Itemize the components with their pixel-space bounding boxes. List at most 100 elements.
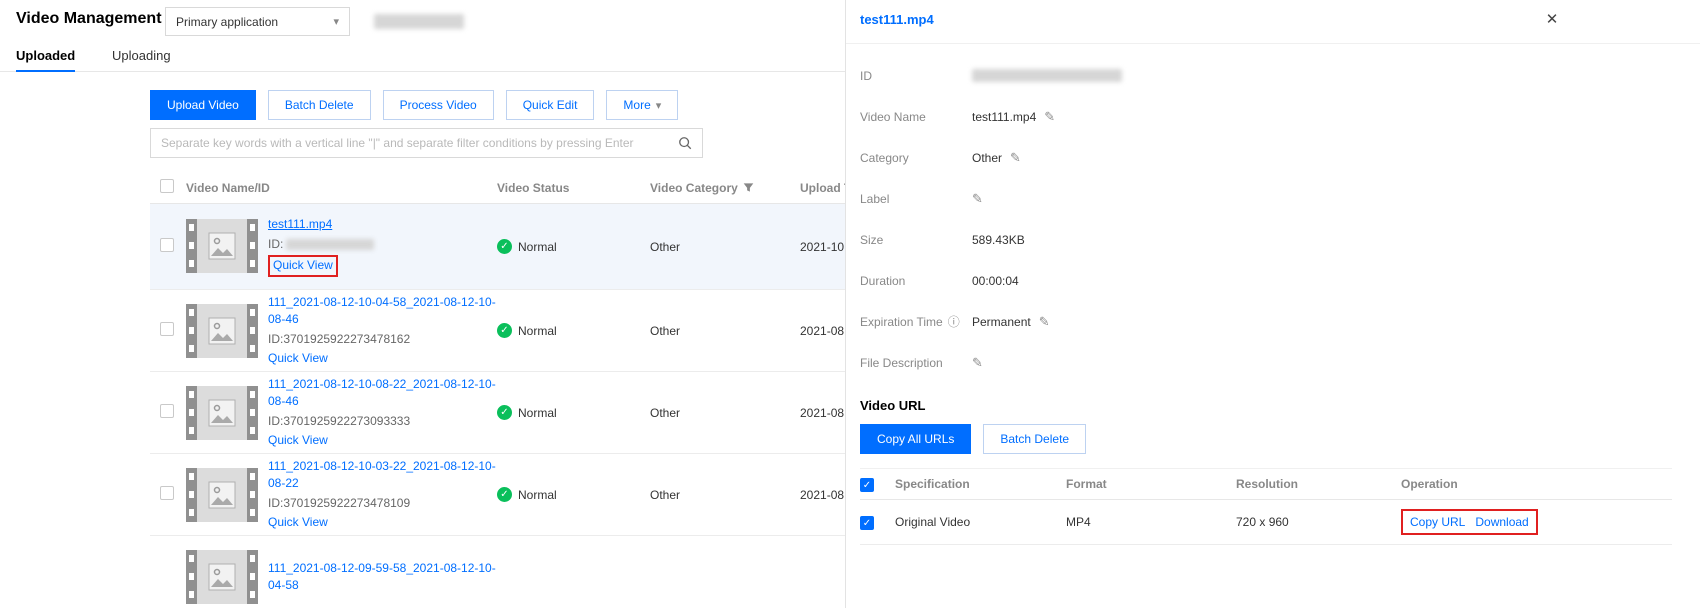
row-checkbox[interactable]	[160, 238, 174, 252]
filter-icon[interactable]	[743, 182, 754, 193]
panel-title: test111.mp4	[860, 12, 934, 27]
format-text: MP4	[1066, 515, 1236, 529]
row-checkbox[interactable]	[160, 486, 174, 500]
video-thumbnail	[186, 386, 258, 440]
more-button-label: More	[623, 98, 650, 112]
field-label: File Description	[860, 356, 972, 370]
edit-icon[interactable]: ✎	[1010, 150, 1021, 166]
search-input[interactable]	[161, 136, 670, 150]
status-text: Normal	[518, 406, 557, 420]
video-table-header: Video Name/ID Video Status Video Categor…	[150, 172, 845, 204]
quick-view-link[interactable]: Quick View	[268, 515, 328, 529]
edit-icon[interactable]: ✎	[972, 191, 983, 207]
field-value: Other	[972, 151, 1002, 165]
upload-time: 2021-08	[800, 406, 845, 420]
status-text: Normal	[518, 324, 557, 338]
video-url-heading: Video URL	[860, 398, 926, 413]
chevron-down-icon: ▾	[333, 15, 339, 28]
close-icon[interactable]: ✕	[1542, 10, 1562, 30]
status-text: Normal	[518, 240, 557, 254]
video-id: ID:	[268, 236, 374, 253]
status-normal-icon: ✓	[497, 323, 512, 338]
field-label: Expiration Time	[860, 315, 943, 329]
video-name-link[interactable]: 111_2021-08-12-10-04-58_2021-08-12-10-08…	[268, 295, 496, 326]
video-id: ID:3701925922273478109	[268, 495, 497, 512]
search-bar	[150, 128, 703, 158]
field-label: Duration	[860, 274, 972, 288]
status-normal-icon: ✓	[497, 239, 512, 254]
video-id: ID:3701925922273478162	[268, 331, 497, 348]
field-label: ID	[860, 69, 972, 83]
field-size: Size 589.43KB	[860, 219, 1640, 260]
info-icon[interactable]: ⓘ	[948, 313, 960, 330]
redacted-text	[374, 14, 464, 29]
field-expiration-time: Expiration Time ⓘ Permanent ✎	[860, 301, 1640, 342]
video-table: Video Name/ID Video Status Video Categor…	[150, 172, 845, 608]
search-icon[interactable]	[678, 136, 692, 150]
column-upload-time: Upload Time	[800, 181, 845, 195]
process-video-button[interactable]: Process Video	[383, 90, 494, 120]
tab-uploading[interactable]: Uploading	[112, 42, 171, 72]
toolbar: Upload Video Batch Delete Process Video …	[150, 90, 845, 120]
field-value: test111.mp4	[972, 110, 1036, 124]
batch-delete-urls-button[interactable]: Batch Delete	[983, 424, 1086, 454]
specification-text: Original Video	[895, 515, 1066, 529]
table-row[interactable]: 111_2021-08-12-10-03-22_2021-08-12-10-08…	[150, 454, 845, 536]
quick-edit-button[interactable]: Quick Edit	[506, 90, 595, 120]
field-duration: Duration 00:00:04	[860, 260, 1640, 301]
video-url-table: ✓ Specification Format Resolution Operat…	[860, 468, 1672, 545]
field-category: Category Other ✎	[860, 137, 1640, 178]
download-link[interactable]: Download	[1475, 515, 1528, 529]
tab-uploaded[interactable]: Uploaded	[16, 42, 75, 72]
redacted-text	[286, 239, 374, 250]
video-url-table-header: ✓ Specification Format Resolution Operat…	[860, 468, 1672, 500]
column-operation: Operation	[1401, 477, 1672, 491]
video-thumbnail	[186, 304, 258, 358]
upload-video-button[interactable]: Upload Video	[150, 90, 256, 120]
copy-url-link[interactable]: Copy URL	[1410, 515, 1465, 529]
video-name-link[interactable]: 111_2021-08-12-10-03-22_2021-08-12-10-08…	[268, 459, 496, 490]
column-video-status: Video Status	[497, 181, 650, 195]
quick-view-link[interactable]: Quick View	[273, 258, 333, 272]
divider	[846, 43, 1700, 44]
select-all-checkbox[interactable]	[160, 179, 174, 193]
field-value: 589.43KB	[972, 233, 1025, 247]
table-row[interactable]: test111.mp4 ID: Quick View ✓ Normal	[150, 204, 845, 290]
field-label-tag: Label ✎	[860, 178, 1640, 219]
url-row-checkbox[interactable]: ✓	[860, 516, 874, 530]
quick-view-link[interactable]: Quick View	[268, 351, 328, 365]
quick-view-link[interactable]: Quick View	[268, 433, 328, 447]
edit-icon[interactable]: ✎	[972, 355, 983, 371]
copy-all-urls-button[interactable]: Copy All URLs	[860, 424, 971, 454]
field-file-description: File Description ✎	[860, 342, 1640, 383]
url-table-row[interactable]: ✓ Original Video MP4 720 x 960 Copy URL …	[860, 500, 1672, 545]
tab-bar: Uploaded Uploading	[0, 42, 845, 72]
field-value: Permanent	[972, 315, 1031, 329]
row-checkbox[interactable]	[160, 322, 174, 336]
video-id: ID:3701925922273093333	[268, 413, 497, 430]
video-url-actions: Copy All URLs Batch Delete	[860, 424, 1086, 454]
table-row[interactable]: 111_2021-08-12-10-04-58_2021-08-12-10-08…	[150, 290, 845, 372]
field-label: Video Name	[860, 110, 972, 124]
video-name-link[interactable]: 111_2021-08-12-10-08-22_2021-08-12-10-08…	[268, 377, 496, 408]
category-text: Other	[650, 488, 800, 502]
video-thumbnail	[186, 468, 258, 522]
row-checkbox[interactable]	[160, 404, 174, 418]
video-thumbnail	[186, 219, 258, 273]
column-format: Format	[1066, 477, 1236, 491]
table-row[interactable]: 111_2021-08-12-09-59-58_2021-08-12-10-04…	[150, 536, 845, 608]
video-name-link[interactable]: test111.mp4	[268, 217, 332, 231]
column-resolution: Resolution	[1236, 477, 1401, 491]
video-name-link[interactable]: 111_2021-08-12-09-59-58_2021-08-12-10-04…	[268, 561, 496, 592]
page-title: Video Management	[16, 10, 162, 28]
edit-icon[interactable]: ✎	[1039, 314, 1050, 330]
batch-delete-button[interactable]: Batch Delete	[268, 90, 371, 120]
table-row[interactable]: 111_2021-08-12-10-08-22_2021-08-12-10-08…	[150, 372, 845, 454]
edit-icon[interactable]: ✎	[1044, 109, 1055, 125]
more-button[interactable]: More ▾	[606, 90, 678, 120]
select-all-urls-checkbox[interactable]: ✓	[860, 478, 874, 492]
column-specification: Specification	[895, 477, 1066, 491]
upload-time: 2021-08	[800, 324, 845, 338]
application-select-value: Primary application	[176, 15, 278, 29]
application-select[interactable]: Primary application ▾	[165, 7, 350, 36]
